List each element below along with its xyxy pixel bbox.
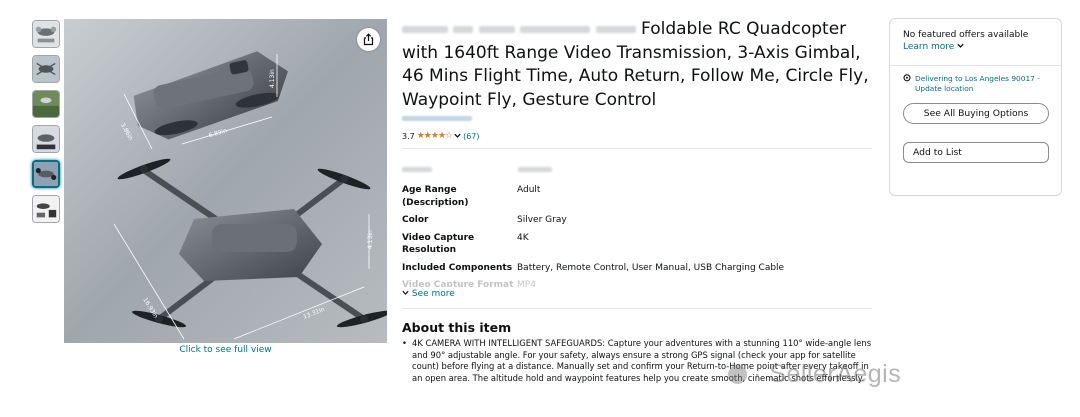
redacted-text [595, 25, 636, 33]
spec-value: 4K [517, 232, 529, 243]
delivery-location-text: Delivering to Los Angeles 90017 - Update… [915, 74, 1040, 93]
redacted-text [478, 25, 515, 33]
buy-box: No featured offers available Learn more … [889, 18, 1062, 196]
spec-value: Silver Gray [517, 215, 567, 225]
svg-text:4.13in: 4.13in [367, 230, 374, 249]
learn-more-link[interactable]: Learn more [903, 42, 1048, 52]
divider [890, 65, 1061, 66]
rating-count-link[interactable]: (67) [463, 132, 479, 141]
svg-text:4.13in: 4.13in [269, 69, 276, 88]
divider [402, 308, 872, 309]
watermark-logo-icon [728, 365, 747, 384]
watermark-text: · SellerAegis [753, 360, 902, 388]
main-product-image[interactable]: 4.13in 3.86in 6.89in 4.13in 16.93in 13.3… [64, 19, 387, 343]
location-pin-icon [903, 74, 911, 93]
click-to-see-full-view-link[interactable]: Click to see full view [64, 345, 387, 355]
no-offers-text: No featured offers available [903, 30, 1029, 40]
see-more-label: See more [411, 289, 455, 299]
watermark: · SellerAegis [728, 360, 901, 389]
redacted-text [402, 25, 448, 33]
chevron-down-icon [402, 290, 409, 295]
thumbnail-image[interactable] [32, 195, 60, 223]
spec-value: Adult [517, 185, 541, 195]
spec-row: Video Capture Resolution 4K [402, 232, 872, 257]
thumbnail-image[interactable] [32, 55, 60, 83]
redacted-text [402, 167, 432, 172]
spec-value: Battery, Remote Control, User Manual, US… [517, 262, 785, 273]
thumbnail-image-selected[interactable] [32, 160, 60, 188]
product-title: Foldable RC Quadcopter with 1640ft Range… [402, 18, 872, 112]
delivery-location-link[interactable]: Delivering to Los Angeles 90017 - Update… [903, 74, 1048, 93]
redacted-text [520, 25, 591, 33]
add-to-list-button[interactable]: Add to List [903, 142, 1049, 163]
learn-more-label: Learn more [903, 42, 955, 52]
share-icon[interactable] [357, 28, 380, 51]
chevron-down-icon[interactable] [454, 132, 461, 141]
spec-row: Age Range (Description) Adult [402, 184, 872, 209]
spec-row-faded: Video Capture Format MP4 [402, 279, 872, 287]
product-details: Foldable RC Quadcopter with 1640ft Range… [402, 18, 872, 384]
thumbnail-image[interactable] [32, 90, 60, 118]
divider [402, 148, 872, 149]
redacted-text [453, 25, 474, 33]
rating-value: 3.7 [402, 131, 415, 141]
spec-row: Color Silver Gray [402, 214, 872, 227]
thumbnail-strip [32, 20, 62, 230]
chevron-down-icon [957, 43, 964, 48]
see-all-buying-options-button[interactable]: See All Buying Options [903, 103, 1049, 124]
see-more-link[interactable]: See more [402, 289, 872, 299]
spec-value: MP4 [517, 280, 536, 287]
about-this-item-heading: About this item [402, 320, 512, 335]
star-rating-icon[interactable]: ★★★★☆ [417, 131, 453, 141]
product-title-text: Foldable RC Quadcopter with 1640ft Range… [402, 19, 869, 110]
spec-label: Age Range (Description) [402, 185, 469, 208]
brand-link-redacted[interactable] [402, 116, 472, 121]
rating-row[interactable]: 3.7 ★★★★☆ (67) [402, 131, 872, 141]
product-specs-table: Age Range (Description) Adult Color Silv… [402, 184, 872, 287]
spec-row: Included Components Battery, Remote Cont… [402, 262, 872, 275]
redacted-text [518, 167, 552, 172]
spec-label: Color [402, 215, 429, 225]
spec-label: Included Components [402, 262, 513, 273]
spec-label: Video Capture Resolution [402, 232, 475, 256]
thumbnail-image[interactable] [32, 125, 60, 153]
spec-header-redacted [402, 167, 872, 175]
spec-label: Video Capture Format [402, 280, 514, 287]
thumbnail-image[interactable] [32, 20, 60, 48]
